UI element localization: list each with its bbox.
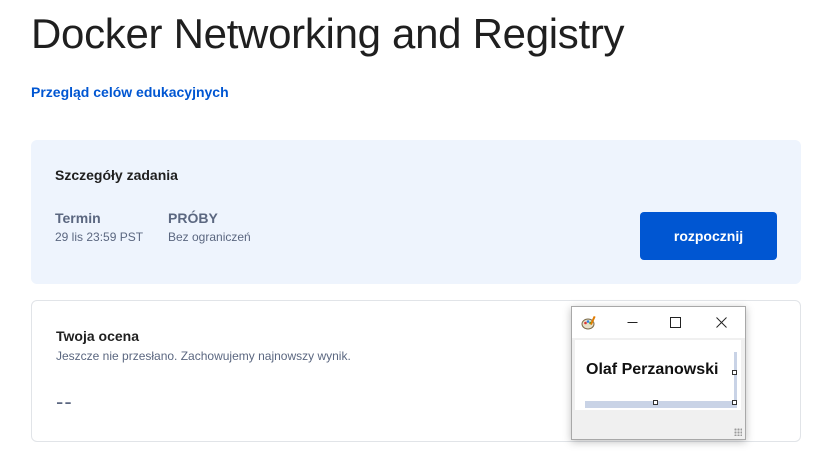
due-date-value: 29 lis 23:59 PST bbox=[55, 230, 144, 244]
paint-palette-icon bbox=[581, 315, 596, 330]
window-titlebar[interactable] bbox=[572, 307, 745, 338]
minimize-button[interactable] bbox=[610, 307, 654, 338]
page-title: Docker Networking and Registry bbox=[31, 10, 625, 57]
close-button[interactable] bbox=[699, 307, 743, 338]
floating-app-window[interactable]: Olaf Perzanowski bbox=[571, 306, 746, 440]
resize-grip-icon[interactable] bbox=[734, 428, 742, 436]
attempts-block: PRÓBY Bez ograniczeń bbox=[168, 209, 251, 244]
maximize-button[interactable] bbox=[653, 307, 697, 338]
due-date-block: Termin 29 lis 23:59 PST bbox=[55, 209, 143, 244]
name-label[interactable]: Olaf Perzanowski bbox=[577, 344, 734, 401]
resize-handle-right[interactable] bbox=[732, 370, 737, 375]
grade-status: Jeszcze nie przesłano. Zachowujemy najno… bbox=[56, 349, 351, 363]
grade-heading: Twoja ocena bbox=[56, 328, 139, 344]
resize-handle-bottom[interactable] bbox=[653, 400, 658, 405]
due-date-label: Termin bbox=[55, 210, 101, 226]
window-status-bar bbox=[572, 412, 745, 439]
attempts-label: PRÓBY bbox=[168, 210, 218, 226]
learning-objectives-link[interactable]: Przegląd celów edukacyjnych bbox=[31, 84, 229, 100]
grade-value: -- bbox=[56, 389, 73, 414]
resize-handle-corner[interactable] bbox=[732, 400, 737, 405]
attempts-value: Bez ograniczeń bbox=[168, 230, 251, 244]
start-button[interactable]: rozpocznij bbox=[640, 212, 777, 260]
assignment-details-card: Szczegóły zadania Termin 29 lis 23:59 PS… bbox=[31, 140, 801, 284]
assignment-details-heading: Szczegóły zadania bbox=[55, 167, 178, 183]
